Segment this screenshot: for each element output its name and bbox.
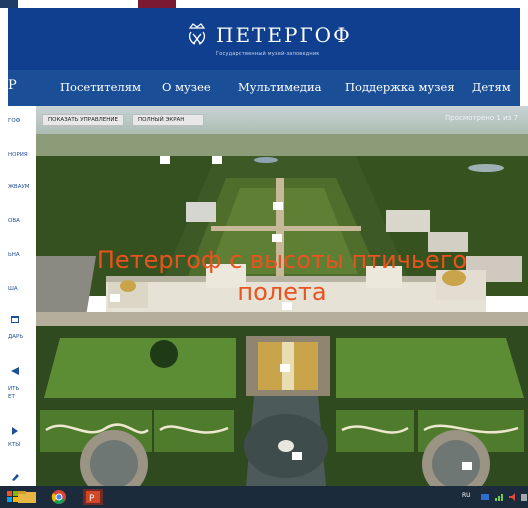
sidebar-item[interactable]: ЬНА — [8, 252, 36, 258]
sidebar-item-ticket[interactable]: ИТЬ — [8, 386, 36, 392]
fullscreen-button[interactable]: ПОЛНЫЙ ЭКРАН — [132, 114, 204, 126]
sidebar-item-calendar[interactable]: ДАРЬ — [8, 334, 36, 340]
ticket-icon[interactable] — [10, 366, 20, 376]
sidebar-item[interactable]: ША — [8, 286, 36, 292]
site-header: ПЕТЕРГОФ Государственный музей-заповедни… — [8, 8, 520, 70]
sidebar-item[interactable]: ГОФ — [8, 118, 36, 124]
sidebar-item[interactable]: НОРИЯ — [8, 152, 36, 158]
nav-cut-item[interactable]: Р — [8, 78, 17, 93]
show-controls-button[interactable]: ПОКАЗАТЬ УПРАВЛЕНИЕ — [42, 114, 124, 126]
sidebar-item-contacts[interactable]: КТЫ — [8, 442, 36, 448]
contacts-icon[interactable] — [10, 426, 20, 436]
logo-title: ПЕТЕРГОФ — [216, 23, 352, 47]
explorer-icon[interactable] — [14, 488, 40, 506]
pencil-icon[interactable] — [10, 472, 20, 482]
top-strip-dark-block — [0, 0, 18, 8]
browser-top-strip — [0, 0, 528, 8]
nav-item-visitors[interactable]: Посетителям — [60, 80, 141, 94]
flag-icon[interactable] — [480, 492, 490, 502]
volume-icon[interactable] — [508, 492, 518, 502]
windows-taskbar: P RU — [0, 486, 528, 508]
main-nav: Р Посетителям О музее Мультимедиа Поддер… — [8, 70, 520, 106]
site-logo[interactable]: ПЕТЕРГОФ Государственный музей-заповедни… — [186, 22, 350, 58]
photo-title: Петергоф с высоты птичьего полета — [72, 244, 492, 308]
aerial-photo-viewer[interactable]: ПОКАЗАТЬ УПРАВЛЕНИЕ ПОЛНЫЙ ЭКРАН Просмот… — [36, 106, 528, 486]
chrome-icon[interactable] — [46, 488, 72, 506]
nav-item-support[interactable]: Поддержка музея — [345, 80, 455, 94]
photo-title-line-2: полета — [237, 278, 327, 306]
network-icon[interactable] — [494, 492, 504, 502]
calendar-icon[interactable] — [10, 314, 20, 324]
svg-text:P: P — [89, 494, 95, 504]
battery-icon — [521, 494, 527, 501]
nav-item-about[interactable]: О музее — [162, 80, 211, 94]
sidebar-item[interactable]: ЖВАУМ — [8, 184, 36, 190]
sidebar-item[interactable]: ЕТ — [8, 394, 36, 400]
powerpoint-icon[interactable]: P — [80, 488, 106, 506]
logo-subtitle: Государственный музей-заповедник — [216, 51, 320, 57]
photo-title-line-1: Петергоф с высоты птичьего — [96, 246, 468, 274]
top-strip-accent-block — [138, 0, 176, 8]
photo-counter: Просмотрено 1 из 7 — [445, 114, 518, 122]
nav-item-multimedia[interactable]: Мультимедиа — [238, 80, 322, 94]
language-indicator[interactable]: RU — [462, 492, 471, 499]
nav-item-children[interactable]: Детям — [472, 80, 511, 94]
sidebar: ГОФ НОРИЯ ЖВАУМ ОВА ЬНА ША ДАРЬ ИТЬ ЕТ К… — [8, 106, 36, 486]
crown-monogram-icon — [188, 23, 206, 45]
sidebar-item[interactable]: ОВА — [8, 218, 36, 224]
